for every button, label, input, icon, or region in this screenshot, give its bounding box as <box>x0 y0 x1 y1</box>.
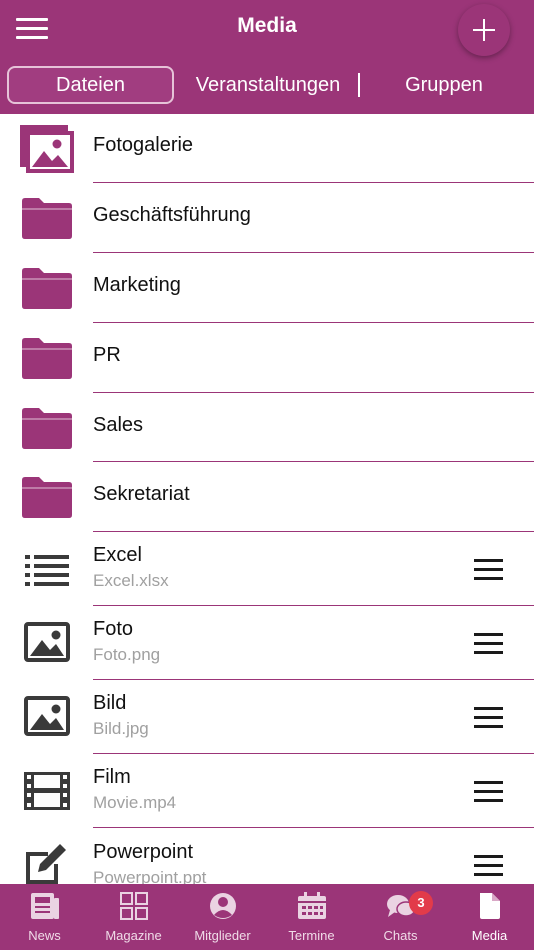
tab-groups[interactable]: Gruppen <box>362 66 526 104</box>
nav-magazine[interactable]: Magazine <box>89 884 178 950</box>
list-item-fotogalerie[interactable]: Fotogalerie <box>0 114 534 183</box>
nav-media-label: Media <box>471 928 508 943</box>
nav-media[interactable]: Media <box>445 884 534 950</box>
nav-chats[interactable]: Chats <box>356 884 445 950</box>
list-item-excel[interactable]: Excel Excel.xlsx <box>0 532 534 606</box>
list-item-bild[interactable]: Bild Bild.jpg <box>0 680 534 754</box>
folder-name: Sekretariat <box>93 483 190 505</box>
nav-events[interactable]: Termine <box>267 884 356 950</box>
calendar-icon <box>298 892 326 919</box>
file-title: Bild <box>93 692 127 714</box>
list-item-marketing[interactable]: Marketing <box>0 253 534 323</box>
list-item-powerpoint[interactable]: Powerpoint Powerpoint.ppt <box>0 828 534 884</box>
list-item-sales[interactable]: Sales <box>0 393 534 462</box>
tab-divider <box>358 73 360 97</box>
media-list[interactable]: Fotogalerie Geschäftsführung Marketing P… <box>0 114 534 884</box>
grid-icon <box>120 892 148 920</box>
photo-gallery-icon <box>20 125 74 173</box>
folder-icon <box>22 338 72 379</box>
list-item-geschaeftsfuehrung[interactable]: Geschäftsführung <box>0 183 534 253</box>
nav-magazine-label: Magazine <box>105 928 162 943</box>
folder-name: Geschäftsführung <box>93 204 251 226</box>
file-name: Movie.mp4 <box>93 793 177 812</box>
list-item-sekretariat[interactable]: Sekretariat <box>0 462 534 532</box>
nav-news[interactable]: News <box>0 884 89 950</box>
image-icon <box>24 696 70 736</box>
edit-icon <box>26 844 66 884</box>
row-menu-icon[interactable] <box>474 853 504 877</box>
folder-name: PR <box>93 344 121 366</box>
row-menu-icon[interactable] <box>474 779 504 803</box>
nav-chats-label: Chats <box>383 928 418 943</box>
file-name: Powerpoint.ppt <box>93 868 207 884</box>
document-icon <box>480 893 500 919</box>
file-name: Foto.png <box>93 645 161 664</box>
folder-icon <box>22 268 72 309</box>
folder-name: Marketing <box>93 274 181 296</box>
add-button[interactable] <box>458 4 510 56</box>
list-item-foto[interactable]: Foto Foto.png <box>0 606 534 680</box>
file-title: Excel <box>93 544 142 566</box>
file-name: Excel.xlsx <box>93 571 169 590</box>
bottom-navigation: News Magazine Mitglieder Termine Chats M… <box>0 884 534 950</box>
nav-news-label: News <box>28 928 61 943</box>
folder-name: Sales <box>93 414 144 436</box>
page-title: Media <box>237 14 297 37</box>
newspaper-icon <box>31 893 59 919</box>
chats-unread-badge: 3 <box>409 891 433 915</box>
folder-name: Fotogalerie <box>93 134 194 156</box>
file-title: Foto <box>93 618 134 640</box>
nav-events-label: Termine <box>288 928 335 943</box>
app-header: Media Dateien Veranstaltungen Gruppen <box>0 0 534 114</box>
nav-members-label: Mitglieder <box>194 928 251 943</box>
nav-members[interactable]: Mitglieder <box>178 884 267 950</box>
film-icon <box>24 772 70 810</box>
folder-icon <box>22 408 72 449</box>
tab-events[interactable]: Veranstaltungen <box>180 66 356 104</box>
folder-icon <box>22 198 72 239</box>
list-item-pr[interactable]: PR <box>0 323 534 393</box>
file-title: Film <box>93 766 131 788</box>
image-icon <box>24 622 70 662</box>
row-menu-icon[interactable] <box>474 557 504 581</box>
row-menu-icon[interactable] <box>474 631 504 655</box>
list-item-film[interactable]: Film Movie.mp4 <box>0 754 534 828</box>
row-menu-icon[interactable] <box>474 705 504 729</box>
folder-icon <box>22 477 72 518</box>
list-icon <box>25 555 69 586</box>
file-name: Bild.jpg <box>93 719 149 738</box>
file-title: Powerpoint <box>93 841 194 863</box>
user-circle-icon <box>210 893 236 919</box>
tab-files[interactable]: Dateien <box>7 66 174 104</box>
